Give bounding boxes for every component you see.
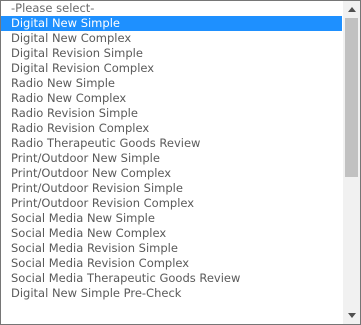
option-listbox[interactable]: -Please select- Digital New Simple Digit… (0, 0, 361, 325)
list-item[interactable]: Social Media New Simple (1, 211, 342, 226)
chevron-up-icon (347, 7, 356, 12)
list-item[interactable]: Social Media Therapeutic Goods Review (1, 271, 342, 286)
list-item[interactable]: Radio Revision Complex (1, 121, 342, 136)
option-list: -Please select- Digital New Simple Digit… (1, 1, 342, 324)
list-item[interactable]: Print/Outdoor Revision Complex (1, 196, 342, 211)
list-item[interactable]: Social Media Revision Complex (1, 256, 342, 271)
scrollbar-thumb[interactable] (345, 18, 358, 177)
list-item[interactable]: Print/Outdoor Revision Simple (1, 181, 342, 196)
list-item[interactable]: Digital Revision Simple (1, 46, 342, 61)
list-item[interactable]: Radio Revision Simple (1, 106, 342, 121)
list-item[interactable] (1, 301, 342, 316)
chevron-down-icon (347, 313, 356, 318)
list-item[interactable]: Print/Outdoor New Complex (1, 166, 342, 181)
list-item[interactable]: Radio New Simple (1, 76, 342, 91)
scroll-up-button[interactable] (343, 1, 360, 18)
list-item-selected[interactable]: Digital New Simple (1, 16, 342, 31)
list-item[interactable]: Digital New Simple Pre-Check (1, 286, 342, 301)
scroll-down-button[interactable] (343, 307, 360, 324)
list-item[interactable]: Radio New Complex (1, 91, 342, 106)
list-item[interactable]: Digital New Complex (1, 31, 342, 46)
list-item[interactable]: Radio Therapeutic Goods Review (1, 136, 342, 151)
vertical-scrollbar[interactable] (343, 1, 360, 324)
list-item[interactable]: Social Media Revision Simple (1, 241, 342, 256)
list-item[interactable] (1, 316, 342, 324)
list-item[interactable]: Digital Revision Complex (1, 61, 342, 76)
list-item[interactable]: Print/Outdoor New Simple (1, 151, 342, 166)
list-item[interactable]: Social Media New Complex (1, 226, 342, 241)
list-item-placeholder[interactable]: -Please select- (1, 1, 342, 16)
